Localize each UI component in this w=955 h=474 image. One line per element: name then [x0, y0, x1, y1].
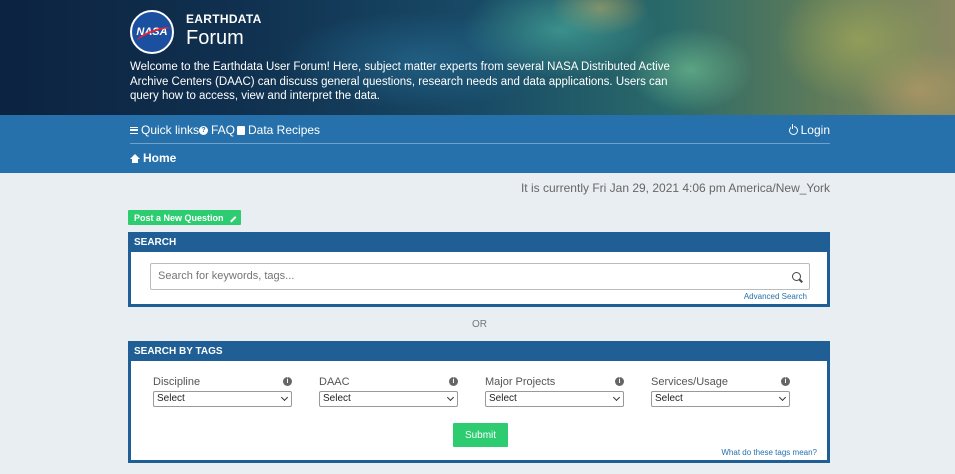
quick-links-menu[interactable]: Quick links	[130, 123, 199, 137]
search-input[interactable]	[158, 270, 778, 282]
chevron-down-icon	[280, 393, 289, 402]
select-value: Select	[323, 393, 351, 404]
logo-text: NASA	[136, 26, 168, 38]
home-label: Home	[143, 151, 177, 165]
post-question-button[interactable]: Post a New Question	[128, 210, 241, 225]
major-projects-select[interactable]: Select	[485, 391, 624, 407]
nav-divider	[130, 143, 830, 144]
header-banner: NASA EARTHDATA Forum Welcome to the Eart…	[0, 0, 955, 115]
daac-select[interactable]: Select	[319, 391, 458, 407]
question-icon: ?	[199, 125, 208, 135]
search-icon[interactable]	[792, 272, 801, 281]
tag-label: Discipline	[153, 376, 201, 388]
pencil-icon	[226, 212, 236, 223]
chevron-down-icon	[778, 393, 787, 402]
nav-links: Quick links ? FAQ Data Recipes Login	[130, 123, 830, 141]
info-icon[interactable]: i	[449, 377, 458, 386]
tag-filter-discipline: Discipline i Select	[153, 376, 292, 407]
quick-links-label: Quick links	[141, 123, 200, 137]
brand-top: EARTHDATA	[186, 12, 262, 26]
faq-label: FAQ	[211, 123, 236, 137]
search-panel-title: SEARCH	[130, 234, 828, 252]
submit-button[interactable]: Submit	[453, 423, 508, 447]
tag-filter-daac: DAAC i Select	[319, 376, 458, 407]
book-icon	[237, 125, 245, 135]
post-question-label: Post a New Question	[134, 212, 224, 223]
tag-label: Major Projects	[485, 376, 556, 388]
breadcrumb-home[interactable]: Home	[130, 151, 176, 165]
current-time: It is currently Fri Jan 29, 2021 4:06 pm…	[520, 181, 830, 195]
tag-label: Services/Usage	[651, 376, 729, 388]
chevron-down-icon	[612, 393, 621, 402]
navbar: Quick links ? FAQ Data Recipes Login Hom…	[0, 115, 955, 173]
discipline-select[interactable]: Select	[153, 391, 292, 407]
advanced-search-link[interactable]: Advanced Search	[744, 292, 807, 301]
hamburger-icon	[130, 126, 138, 134]
services-usage-select[interactable]: Select	[651, 391, 790, 407]
welcome-text: Welcome to the Earthdata User Forum! Her…	[130, 61, 670, 102]
search-by-tags-panel: SEARCH BY TAGS Discipline i Select DAAC …	[128, 341, 830, 463]
tag-label: DAAC	[319, 376, 350, 388]
nasa-logo[interactable]: NASA	[130, 10, 174, 54]
chevron-down-icon	[446, 393, 455, 402]
login-label: Login	[800, 123, 830, 137]
tag-filter-services-usage: Services/Usage i Select	[651, 376, 790, 407]
or-divider: OR	[472, 319, 487, 330]
info-icon[interactable]: i	[615, 377, 624, 386]
select-value: Select	[655, 393, 683, 404]
data-recipes-label: Data Recipes	[248, 123, 321, 137]
info-icon[interactable]: i	[781, 377, 790, 386]
select-value: Select	[157, 393, 185, 404]
tags-help-link[interactable]: What do these tags mean?	[721, 448, 817, 457]
home-icon	[130, 153, 140, 163]
search-panel: SEARCH Advanced Search	[128, 232, 830, 307]
power-icon	[788, 123, 798, 135]
login-link[interactable]: Login	[788, 123, 830, 137]
select-value: Select	[489, 393, 517, 404]
tag-filter-major-projects: Major Projects i Select	[485, 376, 624, 407]
tags-panel-title: SEARCH BY TAGS	[130, 343, 828, 361]
info-icon[interactable]: i	[283, 377, 292, 386]
data-recipes-link[interactable]: Data Recipes	[237, 123, 320, 137]
brand-title[interactable]: Forum	[186, 27, 244, 50]
faq-link[interactable]: ? FAQ	[199, 123, 235, 137]
search-box[interactable]	[150, 263, 810, 290]
